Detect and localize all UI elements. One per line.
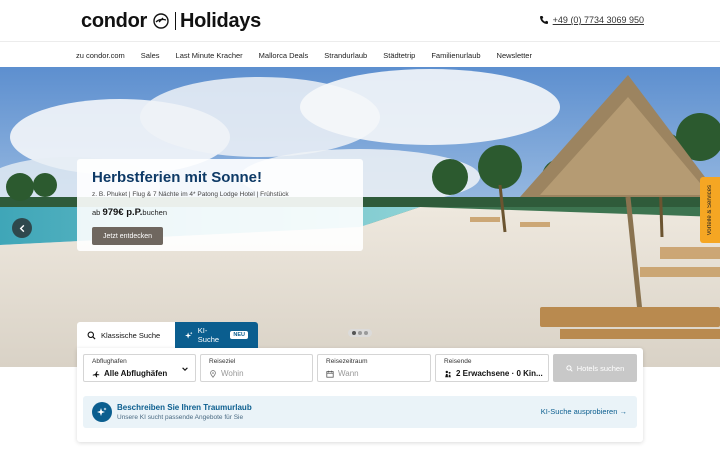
search-icon <box>566 364 573 372</box>
phone-link[interactable]: +49 (0) 7734 3069 950 <box>539 15 644 25</box>
nav-item-strandurlaub[interactable]: Strandurlaub <box>324 51 367 60</box>
tab-label: KI-Suche <box>197 326 220 344</box>
bird-logo-icon <box>153 13 169 29</box>
departure-field[interactable]: Abflughafen Alle Abflughäfen <box>83 354 196 382</box>
ki-banner-subtitle: Unsere KI sucht passende Angebote für Si… <box>117 414 244 421</box>
tab-classic-search[interactable]: Klassische Suche <box>77 322 175 348</box>
side-tab-label: Vorteile & Services <box>707 184 713 236</box>
date-label: Reisezeitraum <box>326 358 368 365</box>
promo-price: ab 979€ p.P.buchen <box>92 207 167 218</box>
ki-sparkle-icon <box>92 402 112 422</box>
carousel-dot[interactable] <box>358 331 362 335</box>
destination-placeholder: Wohin <box>209 369 244 378</box>
carousel-dot[interactable] <box>352 331 356 335</box>
ki-search-banner: Beschreiben Sie Ihren Traumurlaub Unsere… <box>83 396 637 428</box>
calendar-icon <box>326 370 334 378</box>
departure-label: Abflughafen <box>92 358 127 365</box>
travelers-icon <box>445 370 451 377</box>
price-prefix: ab <box>92 208 101 217</box>
airplane-icon <box>92 370 100 377</box>
phone-icon <box>539 16 548 24</box>
logo-brand: condor <box>81 9 147 32</box>
carousel-prev-button[interactable] <box>12 218 32 238</box>
price-suffix: buchen <box>142 208 168 217</box>
logo[interactable]: condor Holidays <box>81 10 261 32</box>
promo-title: Herbstferien mit Sonne! <box>92 169 263 186</box>
search-button-label: Hotels suchen <box>576 363 625 373</box>
nav-item-staedtetrip[interactable]: Städtetrip <box>383 51 415 60</box>
carousel-dots <box>348 329 372 337</box>
ki-banner-title: Beschreiben Sie Ihren Traumurlaub <box>117 403 252 412</box>
tab-ki-search[interactable]: KI-Suche NEU <box>175 322 258 348</box>
promo-cta-button[interactable]: Jetzt entdecken <box>92 227 163 245</box>
carousel-dot[interactable] <box>364 331 368 335</box>
phone-number: +49 (0) 7734 3069 950 <box>552 15 644 25</box>
travelers-value: 2 Erwachsene · 0 Kin... <box>444 369 543 378</box>
new-badge: NEU <box>230 331 248 339</box>
hotels-search-button[interactable]: Hotels suchen <box>553 354 637 382</box>
location-pin-icon <box>210 369 216 378</box>
ki-try-link[interactable]: KI-Suche ausprobieren → <box>541 407 627 416</box>
tab-label: Klassische Suche <box>101 330 161 340</box>
search-tabs: Klassische Suche KI-Suche NEU <box>77 322 258 348</box>
nav-item-condor[interactable]: zu condor.com <box>76 51 125 60</box>
destination-label: Reiseziel <box>209 358 236 365</box>
nav-item-newsletter[interactable]: Newsletter <box>497 51 532 60</box>
destination-field[interactable]: Reiseziel Wohin <box>200 354 313 382</box>
sparkle-icon <box>185 331 193 339</box>
departure-value: Alle Abflughäfen <box>92 369 167 378</box>
travelers-label: Reisende <box>444 358 472 365</box>
travelers-field[interactable]: Reisende 2 Erwachsene · 0 Kin... <box>435 354 549 382</box>
chevron-left-icon <box>19 224 24 232</box>
nav-item-familienurlaub[interactable]: Familienurlaub <box>431 51 480 60</box>
logo-subbrand: Holidays <box>179 9 261 32</box>
chevron-down-icon <box>182 367 188 371</box>
search-icon <box>87 331 96 340</box>
promo-subtitle: z. B. Phuket | Flug & 7 Nächte im 4* Pat… <box>92 191 289 198</box>
date-field[interactable]: Reisezeitraum Wann <box>317 354 431 382</box>
logo-divider <box>174 12 176 30</box>
site-header: condor Holidays +49 (0) 7734 3069 950 <box>0 0 720 42</box>
search-panel: Abflughafen Alle Abflughäfen Reiseziel W… <box>77 348 643 442</box>
nav-item-last-minute[interactable]: Last Minute Kracher <box>176 51 243 60</box>
main-nav: zu condor.com Sales Last Minute Kracher … <box>0 43 720 67</box>
benefits-side-tab[interactable]: Vorteile & Services <box>700 177 720 243</box>
nav-item-mallorca[interactable]: Mallorca Deals <box>259 51 309 60</box>
promo-card: Herbstferien mit Sonne! z. B. Phuket | F… <box>77 159 363 251</box>
date-placeholder: Wann <box>326 369 359 378</box>
nav-item-sales[interactable]: Sales <box>141 51 160 60</box>
price-value: 979€ p.P. <box>102 207 143 218</box>
